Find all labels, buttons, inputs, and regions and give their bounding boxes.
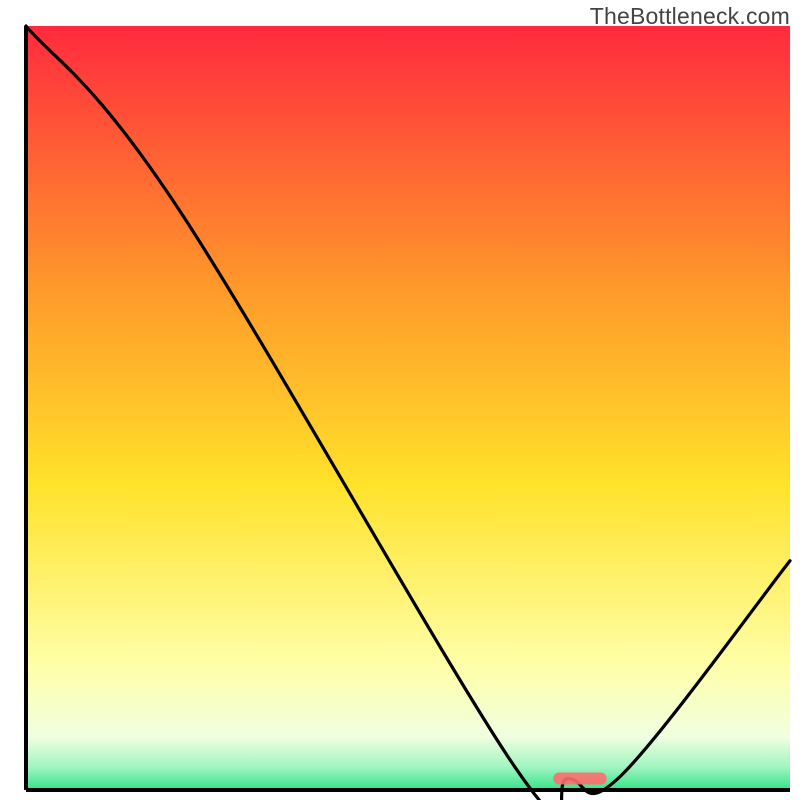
watermark-text: TheBottleneck.com xyxy=(590,3,790,30)
chart-container: TheBottleneck.com xyxy=(0,0,800,800)
chart-svg xyxy=(0,0,800,800)
